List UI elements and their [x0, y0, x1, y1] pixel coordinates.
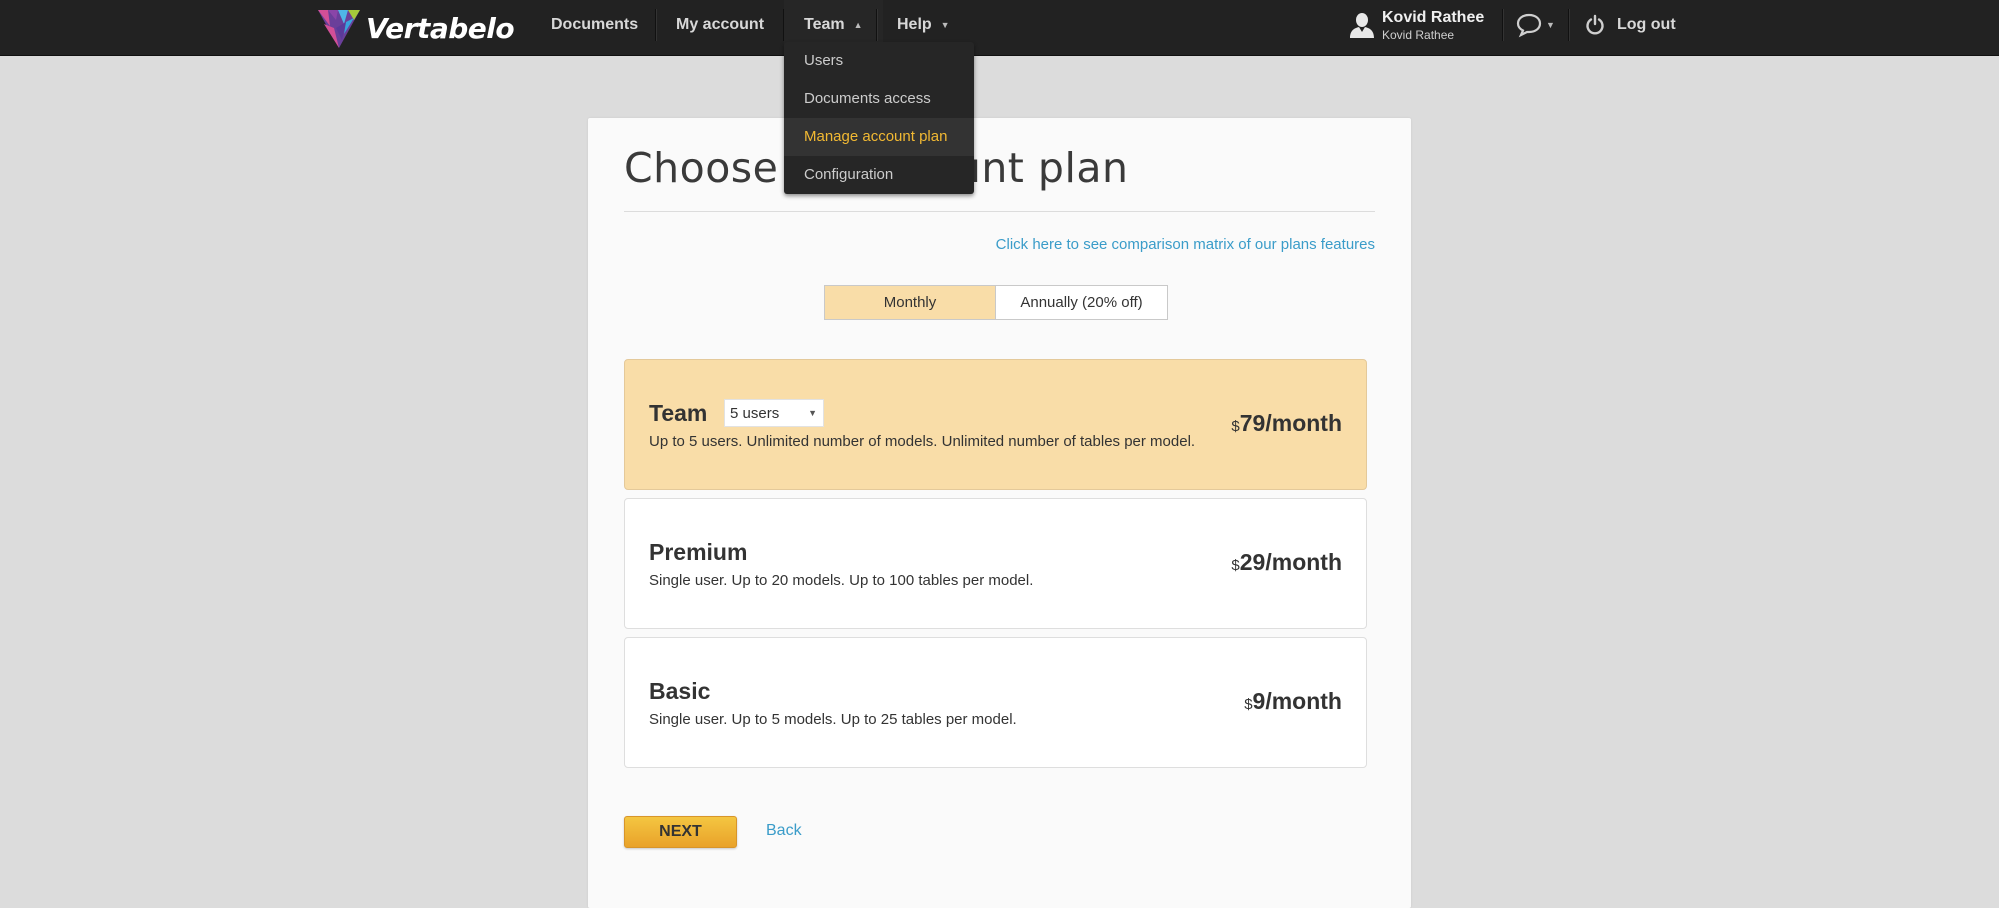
nav-documents-label: Documents [551, 16, 639, 33]
vertabelo-logo-icon [318, 10, 360, 48]
user-profile[interactable]: Kovid Rathee Kovid Rathee [1350, 8, 1484, 42]
user-subtitle: Kovid Rathee [1382, 27, 1455, 42]
title-divider [624, 211, 1375, 212]
power-icon [1586, 14, 1604, 35]
nav-team-label: Team [804, 16, 845, 33]
logout-label: Log out [1617, 16, 1676, 33]
top-navigation-bar: Vertabelo Documents My account Team ▲ Hel… [0, 0, 1999, 56]
logout-button[interactable]: Log out [1585, 10, 1676, 40]
nav-help-label: Help [897, 16, 932, 33]
plan-price: $29/month [1231, 549, 1342, 576]
plan-name: Team [649, 400, 708, 426]
chat-bubble-icon [1516, 13, 1542, 38]
price-currency: $ [1231, 418, 1240, 435]
nav-documents[interactable]: Documents [531, 0, 658, 50]
price-amount: 29/month [1239, 549, 1342, 575]
team-users-select[interactable]: 5 users ▼ [724, 399, 824, 427]
back-link[interactable]: Back [766, 822, 802, 840]
nav-my-account-label: My account [676, 16, 765, 33]
menu-item-configuration[interactable]: Configuration [784, 156, 974, 194]
plan-description: Up to 5 users. Unlimited number of model… [649, 433, 1196, 450]
team-users-select-value: 5 users [730, 405, 780, 422]
price-currency: $ [1231, 557, 1240, 574]
user-name: Kovid Rathee [1382, 8, 1485, 26]
billing-period-toggle: Monthly Annually (20% off) [824, 285, 1168, 320]
plan-card-premium[interactable]: Premium Single user. Up to 20 models. Up… [624, 498, 1367, 629]
plan-description: Single user. Up to 5 models. Up to 25 ta… [649, 711, 1017, 728]
caret-down-icon: ▼ [1546, 20, 1555, 30]
price-amount: 9/month [1252, 688, 1342, 714]
user-icon [1350, 13, 1374, 38]
caret-down-icon: ▼ [940, 20, 950, 30]
price-amount: 79/month [1239, 410, 1342, 436]
billing-monthly-option[interactable]: Monthly [825, 286, 996, 319]
nav-divider [1502, 9, 1503, 41]
plan-card-basic[interactable]: Basic Single user. Up to 5 models. Up to… [624, 637, 1367, 768]
plan-card-team[interactable]: Team 5 users ▼ Up to 5 users. Unlimited … [624, 359, 1367, 490]
app-name: Vertabelo [366, 11, 515, 45]
billing-annually-option[interactable]: Annually (20% off) [996, 286, 1167, 319]
menu-item-users[interactable]: Users [784, 42, 974, 80]
caret-up-icon: ▲ [853, 20, 863, 30]
menu-item-manage-account-plan[interactable]: Manage account plan [784, 118, 974, 156]
vertabelo-logo[interactable]: Vertabelo [316, 6, 515, 50]
messages-button[interactable]: ▼ [1515, 12, 1555, 38]
plan-description: Single user. Up to 20 models. Up to 100 … [649, 572, 1034, 589]
nav-my-account[interactable]: My account [656, 0, 784, 50]
plan-price: $79/month [1231, 410, 1342, 437]
comparison-matrix-link[interactable]: Click here to see comparison matrix of o… [996, 236, 1375, 253]
menu-item-documents-access[interactable]: Documents access [784, 80, 974, 118]
plan-price: $9/month [1244, 688, 1342, 715]
plan-selection-panel: Choose an account plan Click here to see… [588, 118, 1411, 908]
nav-divider [1568, 9, 1569, 41]
team-dropdown-menu: Users Documents access Manage account pl… [784, 42, 974, 194]
chevron-down-icon: ▼ [808, 408, 817, 418]
plan-name: Premium [649, 539, 748, 565]
plan-name: Basic [649, 678, 711, 704]
next-button[interactable]: NEXT [624, 816, 737, 848]
price-currency: $ [1244, 696, 1253, 713]
